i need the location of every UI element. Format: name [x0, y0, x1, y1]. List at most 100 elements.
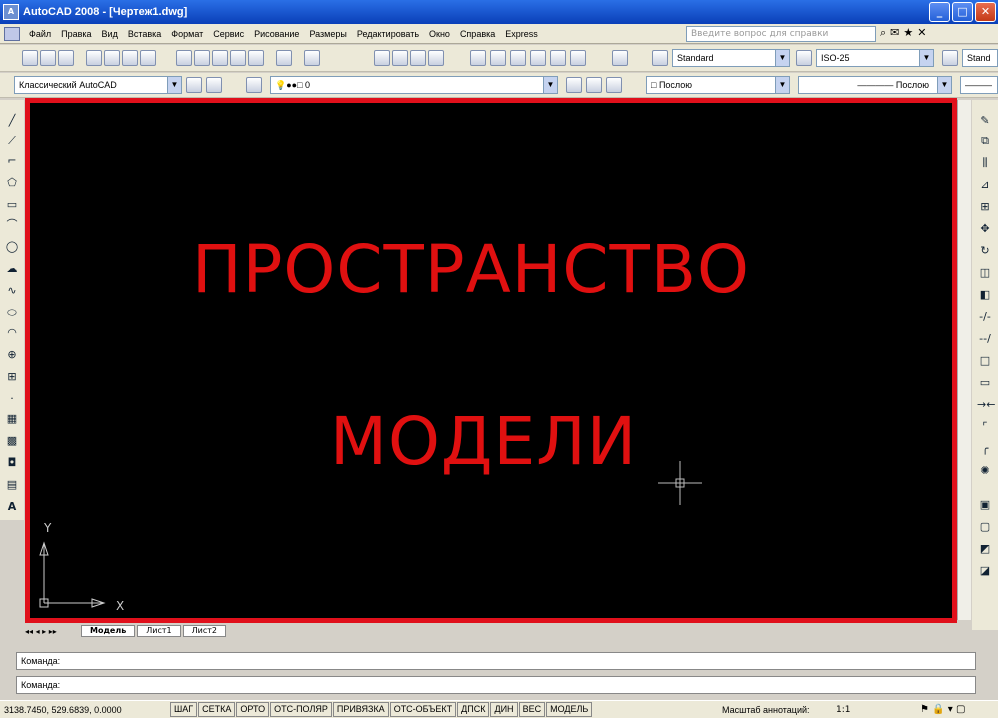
sheet-set-icon[interactable]: [530, 50, 546, 66]
workspace-save-icon[interactable]: [206, 77, 222, 93]
plot-icon[interactable]: [86, 50, 102, 66]
dyn-button[interactable]: ДИН: [490, 702, 518, 717]
break-icon[interactable]: ▭: [977, 376, 993, 390]
model-button[interactable]: МОДЕЛЬ: [546, 702, 593, 717]
ducs-button[interactable]: ДПСК: [457, 702, 490, 717]
insert-block-icon[interactable]: ⊕: [4, 348, 20, 362]
publish-icon[interactable]: [122, 50, 138, 66]
copy-object-icon[interactable]: ⧉: [977, 134, 993, 148]
hatch-icon[interactable]: ▦: [4, 412, 20, 426]
match-properties-icon[interactable]: [230, 50, 246, 66]
polyline-icon[interactable]: ⌐: [4, 154, 20, 168]
workspace-settings-icon[interactable]: [186, 77, 202, 93]
zoom-previous-icon[interactable]: [428, 50, 444, 66]
region-icon[interactable]: ◘: [4, 456, 20, 470]
quickcalc-icon[interactable]: [570, 50, 586, 66]
command-input[interactable]: Команда:: [16, 676, 976, 694]
plot-preview-icon[interactable]: [104, 50, 120, 66]
block-editor-icon[interactable]: [248, 50, 264, 66]
construction-line-icon[interactable]: ⟋: [4, 134, 20, 148]
search-icon[interactable]: ⌕: [880, 26, 886, 40]
lineweight-select[interactable]: ———: [960, 76, 998, 94]
menu-modify[interactable]: Редактировать: [352, 29, 424, 39]
paste-icon[interactable]: [212, 50, 228, 66]
make-current-layer-icon[interactable]: [566, 77, 582, 93]
revision-cloud-icon[interactable]: ☁: [4, 262, 20, 276]
lweight-button[interactable]: ВЕС: [518, 702, 546, 717]
layer-previous-icon[interactable]: [586, 77, 602, 93]
document-icon[interactable]: [4, 26, 20, 41]
text-style-icon[interactable]: [652, 50, 668, 66]
draworder-above-icon[interactable]: ◩: [977, 542, 993, 556]
linetype-select[interactable]: ———— Послою ▼: [798, 76, 952, 94]
make-block-icon[interactable]: ⊞: [4, 370, 20, 384]
point-icon[interactable]: ·: [4, 392, 20, 406]
markup-icon[interactable]: [550, 50, 566, 66]
break-at-point-icon[interactable]: □: [977, 354, 993, 368]
model-space-canvas[interactable]: ПРОСТРАНСТВО МОДЕЛИ Y X: [25, 98, 957, 623]
line-icon[interactable]: ╱: [4, 114, 20, 128]
undo-icon[interactable]: [276, 50, 292, 66]
tab-nav-arrows-icon[interactable]: ◂◂ ◂ ▸ ▸▸: [25, 627, 81, 636]
tab-model[interactable]: Модель: [81, 625, 136, 637]
draworder-front-icon[interactable]: ▣: [977, 498, 993, 512]
tab-layout1[interactable]: Лист1: [137, 625, 181, 637]
scale-icon[interactable]: ◫: [977, 266, 993, 280]
ellipse-arc-icon[interactable]: ◠: [4, 326, 20, 340]
cut-icon[interactable]: [176, 50, 192, 66]
tool-palettes-icon[interactable]: [510, 50, 526, 66]
erase-icon[interactable]: ✎: [977, 114, 993, 128]
menu-express[interactable]: Express: [500, 29, 543, 39]
spline-icon[interactable]: ∿: [4, 284, 20, 298]
annotation-scale-value[interactable]: 1:1: [836, 705, 850, 715]
polar-button[interactable]: ОТС-ПОЛЯР: [270, 702, 332, 717]
snap-button[interactable]: ШАГ: [170, 702, 198, 717]
menu-insert[interactable]: Вставка: [123, 29, 166, 39]
workspace-select[interactable]: Классический AutoCAD ▼: [14, 76, 182, 94]
3d-dwf-icon[interactable]: [140, 50, 156, 66]
dim-style-icon[interactable]: [796, 50, 812, 66]
close-button[interactable]: ✕: [975, 2, 996, 22]
ellipse-icon[interactable]: ⬭: [4, 306, 20, 320]
layer-state-manager-icon[interactable]: [606, 77, 622, 93]
properties-icon[interactable]: [470, 50, 486, 66]
design-center-icon[interactable]: [490, 50, 506, 66]
tab-layout2[interactable]: Лист2: [182, 625, 227, 637]
minimize-button[interactable]: _: [929, 2, 950, 22]
table-icon[interactable]: ▤: [4, 478, 20, 492]
table-style-icon[interactable]: [942, 50, 958, 66]
chamfer-icon[interactable]: ⌜: [977, 420, 993, 434]
menu-window[interactable]: Окно: [424, 29, 455, 39]
array-icon[interactable]: ⊞: [977, 200, 993, 214]
copy-icon[interactable]: [194, 50, 210, 66]
redo-icon[interactable]: [304, 50, 320, 66]
menu-tools[interactable]: Сервис: [208, 29, 249, 39]
vertical-scrollbar[interactable]: [957, 100, 971, 620]
layer-properties-icon[interactable]: [246, 77, 262, 93]
open-icon[interactable]: [40, 50, 56, 66]
multiline-text-icon[interactable]: A: [4, 500, 20, 514]
coordinates-readout[interactable]: 3138.7450, 529.6839, 0.0000: [0, 705, 170, 715]
zoom-realtime-icon[interactable]: [392, 50, 408, 66]
menu-help[interactable]: Справка: [455, 29, 500, 39]
otrack-button[interactable]: ОТС-ОБЪЕКТ: [389, 702, 457, 717]
trim-icon[interactable]: -/-: [977, 310, 993, 324]
fillet-icon[interactable]: ╭: [977, 442, 993, 456]
doc-close-icon[interactable]: ✕: [917, 26, 926, 40]
help-search-input[interactable]: Введите вопрос для справки: [686, 26, 876, 42]
menu-view[interactable]: Вид: [97, 29, 123, 39]
save-icon[interactable]: [58, 50, 74, 66]
polygon-icon[interactable]: ⬠: [4, 176, 20, 190]
text-style-select[interactable]: Standard ▼: [672, 49, 790, 67]
grid-button[interactable]: СЕТКА: [198, 702, 236, 717]
draworder-under-icon[interactable]: ◪: [977, 564, 993, 578]
menu-dimension[interactable]: Размеры: [304, 29, 351, 39]
gradient-icon[interactable]: ▩: [4, 434, 20, 448]
dim-style-select[interactable]: ISO-25 ▼: [816, 49, 934, 67]
communication-icon[interactable]: ✉: [890, 26, 899, 40]
offset-icon[interactable]: ⊿: [977, 178, 993, 192]
new-icon[interactable]: [22, 50, 38, 66]
menu-file[interactable]: Файл: [24, 29, 56, 39]
mirror-icon[interactable]: ⫼: [977, 156, 993, 170]
tray-icons[interactable]: ⚑ 🔒 ▾ ▢: [920, 704, 965, 715]
